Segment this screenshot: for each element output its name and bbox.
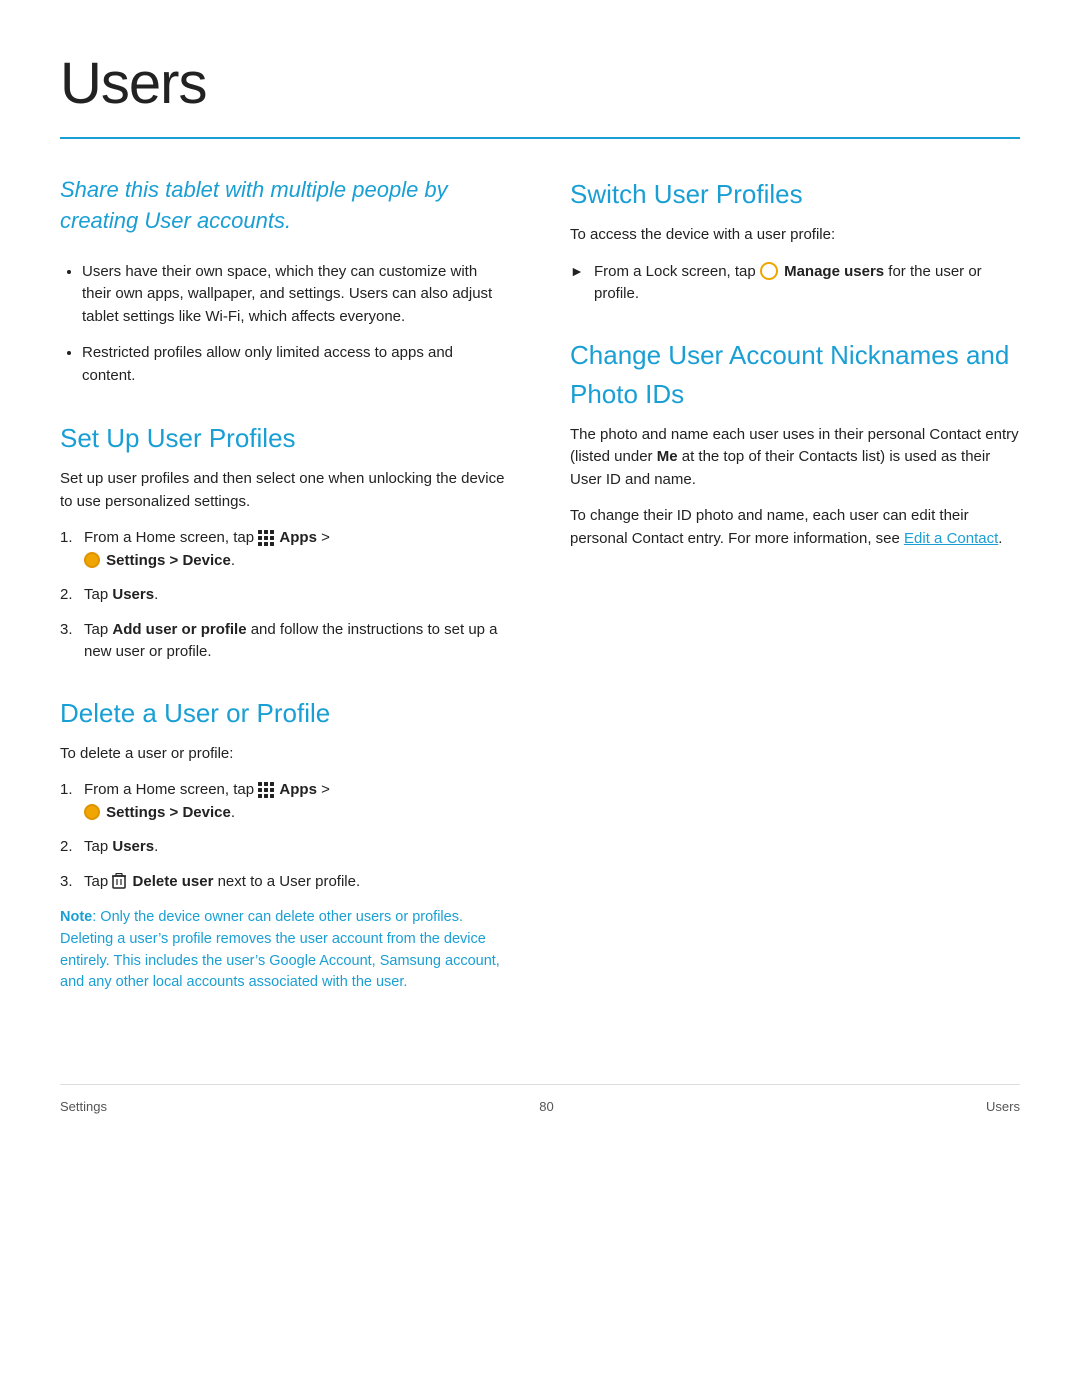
delete-user-label: Delete user xyxy=(133,873,214,890)
bullet-item: Restricted profiles allow only limited a… xyxy=(82,342,510,387)
change-para2-end: . xyxy=(998,530,1002,547)
bullet-list: Users have their own space, which they c… xyxy=(60,261,510,388)
setup-step-3: Tap Add user or profile and follow the i… xyxy=(60,619,510,664)
delete-section: Delete a User or Profile To delete a use… xyxy=(60,694,510,995)
delete-section-intro: To delete a user or profile: xyxy=(60,743,510,766)
change-para2: To change their ID photo and name, each … xyxy=(570,505,1020,550)
delete-step-2: Tap Users. xyxy=(60,836,510,859)
setup-section: Set Up User Profiles Set up user profile… xyxy=(60,419,510,664)
manage-users-label: Manage users xyxy=(784,263,884,280)
delete-steps: From a Home screen, tap Apps > Settings … xyxy=(60,779,510,893)
change-section: Change User Account Nicknames and Photo … xyxy=(570,336,1020,551)
apps-label: Apps xyxy=(279,529,317,546)
apps-label-2: Apps xyxy=(279,781,317,798)
setup-section-intro: Set up user profiles and then select one… xyxy=(60,468,510,513)
delete-step-3: Tap Delete user next to a User profile. xyxy=(60,871,510,894)
me-label: Me xyxy=(657,448,678,465)
note-body: : Only the device owner can delete other… xyxy=(60,909,500,990)
setup-steps: From a Home screen, tap Apps > Settings … xyxy=(60,527,510,664)
users-label: Users xyxy=(112,586,154,603)
add-user-label: Add user or profile xyxy=(112,621,246,638)
right-column: Switch User Profiles To access the devic… xyxy=(570,175,1020,1024)
switch-section: Switch User Profiles To access the devic… xyxy=(570,175,1020,306)
switch-section-intro: To access the device with a user profile… xyxy=(570,224,1020,247)
arrow-icon: ► xyxy=(570,261,586,282)
switch-section-title: Switch User Profiles xyxy=(570,175,1020,214)
footer-right: Users xyxy=(986,1097,1020,1117)
settings-circle-icon xyxy=(84,552,100,568)
settings-circle-icon-2 xyxy=(84,804,100,820)
page-title: Users xyxy=(60,40,1020,127)
note-label: Note xyxy=(60,909,92,925)
delete-step-1: From a Home screen, tap Apps > Settings … xyxy=(60,779,510,824)
title-divider xyxy=(60,137,1020,139)
switch-step-text: From a Lock screen, tap Manage users for… xyxy=(594,261,1020,306)
footer-center: 80 xyxy=(539,1097,553,1117)
edit-contact-link[interactable]: Edit a Contact xyxy=(904,530,998,547)
users-label-2: Users xyxy=(112,838,154,855)
trash-icon xyxy=(112,873,126,889)
change-para1: The photo and name each user uses in the… xyxy=(570,424,1020,492)
apps-grid-icon-2 xyxy=(258,782,274,798)
switch-step: ► From a Lock screen, tap Manage users f… xyxy=(570,261,1020,306)
bullet-item: Users have their own space, which they c… xyxy=(82,261,510,329)
manage-users-icon xyxy=(760,262,778,280)
main-content: Share this tablet with multiple people b… xyxy=(60,175,1020,1024)
change-section-title: Change User Account Nicknames and Photo … xyxy=(570,336,1020,414)
setup-step-2: Tap Users. xyxy=(60,584,510,607)
settings-device-label: Settings > Device xyxy=(106,552,231,569)
settings-device-label-2: Settings > Device xyxy=(106,804,231,821)
footer-left: Settings xyxy=(60,1097,107,1117)
setup-section-title: Set Up User Profiles xyxy=(60,419,510,458)
apps-grid-icon xyxy=(258,530,274,546)
setup-step-1: From a Home screen, tap Apps > Settings … xyxy=(60,527,510,572)
note-text: Note: Only the device owner can delete o… xyxy=(60,907,510,994)
footer: Settings 80 Users xyxy=(60,1084,1020,1117)
intro-text: Share this tablet with multiple people b… xyxy=(60,175,510,237)
delete-section-title: Delete a User or Profile xyxy=(60,694,510,733)
left-column: Share this tablet with multiple people b… xyxy=(60,175,510,1024)
